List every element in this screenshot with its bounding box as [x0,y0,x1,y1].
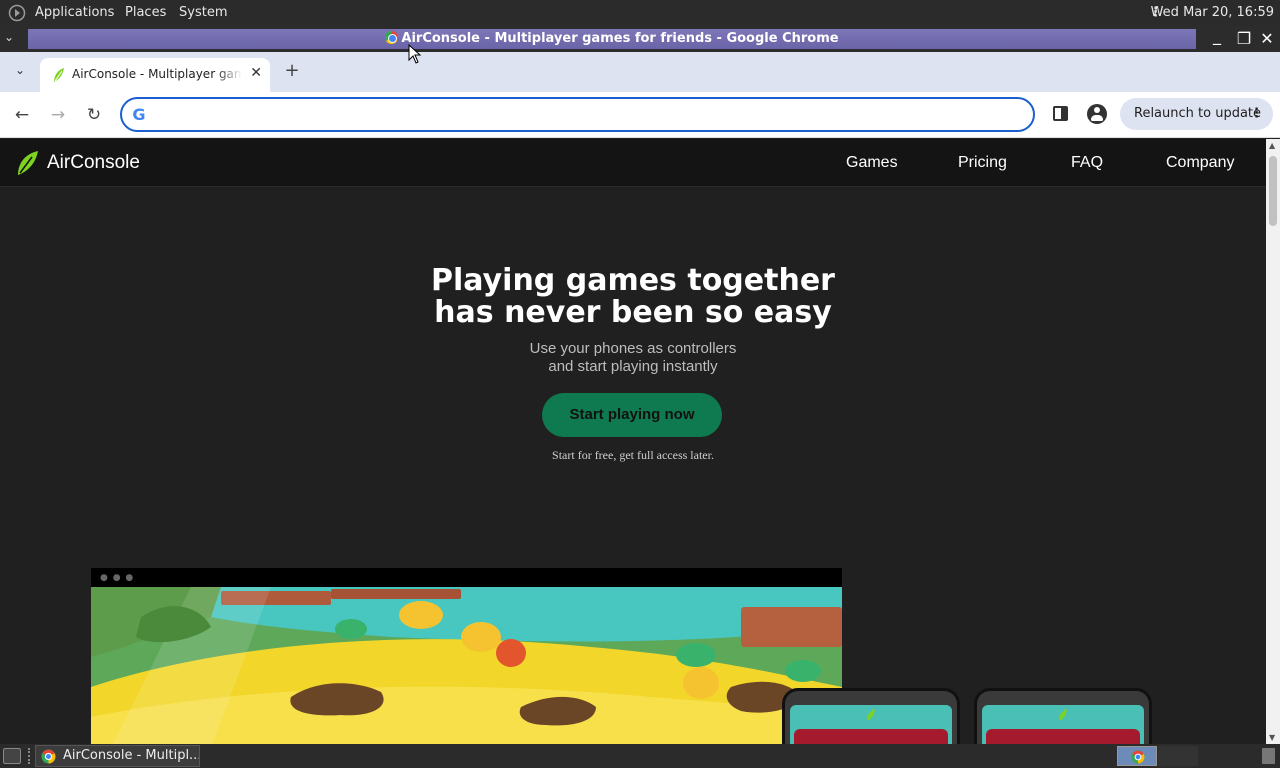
window-menu-chevron-icon[interactable]: ⌄ [4,30,14,44]
game-preview-window: ● ● ● [91,568,842,744]
scroll-down-icon[interactable]: ▼ [1269,733,1275,742]
address-input[interactable] [158,104,1018,126]
browser-toolbar: ← → ↻ G Relaunch to update ⋮ [0,92,1280,138]
taskbar-chrome-window[interactable]: AirConsole - Multipl... [35,745,200,767]
tab-airconsole[interactable]: AirConsole - Multiplayer games for frien… [40,58,270,92]
close-window-button[interactable]: ✕ [1256,29,1278,48]
kebab-menu-icon[interactable]: ⋮ [1250,98,1263,130]
phone-controller-right [974,688,1152,744]
hero-sub-line1: Use your phones as controllers [529,340,737,357]
brand-name[interactable]: AirConsole [47,152,140,174]
page-viewport: AirConsole Games Pricing FAQ Company Pla… [0,139,1266,744]
gnome-foot-icon[interactable] [8,4,26,22]
page-scrollbar[interactable]: ▲ ▼ [1266,139,1280,744]
top-panel: Applications Places System ⋮ Wed Mar 20,… [0,0,1280,26]
workspace-1[interactable] [1117,746,1157,766]
hero-title: Playing games together has never been so… [0,265,1266,329]
new-tab-plus-icon[interactable]: + [283,60,301,81]
taskbar-separator [28,748,33,764]
tab-search-chevron-down-icon[interactable]: ⌄ [9,63,31,83]
workspace-2[interactable] [1158,746,1198,766]
tab-title: AirConsole - Multiplayer games for frien… [72,67,242,81]
side-panel-icon[interactable] [1053,106,1068,121]
profile-icon[interactable] [1087,104,1107,124]
phone-screen [982,705,1144,744]
airconsole-leaf-icon [867,709,875,721]
phone-card [794,729,948,744]
tab-close-icon[interactable]: ✕ [250,65,262,81]
nav-faq[interactable]: FAQ [1071,154,1103,172]
hero-title-line1: Playing games together [431,263,835,298]
scrollbar-thumb[interactable] [1269,156,1277,226]
phone-screen [790,705,952,744]
back-arrow-icon[interactable]: ← [11,104,33,126]
omnibox[interactable]: G [120,97,1035,132]
hero-subtitle: Use your phones as controllers and start… [0,340,1266,376]
start-playing-button[interactable]: Start playing now [542,393,722,437]
relaunch-button[interactable]: Relaunch to update ⋮ [1120,98,1273,130]
nav-company[interactable]: Company [1166,154,1234,172]
menu-system[interactable]: System [179,5,227,20]
tab-strip: ⌄ AirConsole - Multiplayer games for fri… [0,52,1280,92]
phone-controller-left [782,688,960,744]
airconsole-leaf-icon[interactable] [16,150,40,176]
title-bar-highlight: AirConsole - Multiplayer games for frien… [28,29,1196,49]
minimize-button[interactable]: _ [1206,26,1228,45]
site-header: AirConsole Games Pricing FAQ Company [0,139,1266,187]
window-dots-icon: ● ● ● [100,573,135,583]
hero-title-line2: has never been so easy [434,295,832,330]
chrome-icon [1131,750,1145,764]
trash-icon[interactable] [1262,748,1275,764]
window-title: AirConsole - Multiplayer games for frien… [401,31,839,46]
menu-places[interactable]: Places [125,5,166,20]
hero-sub-line2: and start playing instantly [548,358,718,375]
chrome-icon [385,31,399,44]
menu-applications[interactable]: Applications [35,5,114,20]
nav-games[interactable]: Games [846,154,898,172]
phone-card [986,729,1140,744]
relaunch-label: Relaunch to update [1134,106,1262,121]
mouse-cursor-icon [408,44,422,64]
cta-note: Start for free, get full access later. [552,448,714,462]
forward-arrow-icon[interactable]: → [47,104,69,126]
clock[interactable]: Wed Mar 20, 16:59 [1151,5,1274,20]
google-g-icon: G [132,105,146,124]
airconsole-leaf-icon [54,68,64,82]
game-preview-image [91,587,842,744]
show-desktop-icon[interactable] [3,748,21,764]
maximize-button[interactable]: ❐ [1233,29,1255,48]
window-titlebar[interactable]: ⌄ AirConsole - Multiplayer games for fri… [0,26,1280,52]
airconsole-leaf-icon [1059,709,1067,721]
scroll-up-icon[interactable]: ▲ [1269,141,1275,150]
bottom-taskbar: AirConsole - Multipl... [0,744,1280,768]
chrome-icon [41,749,56,764]
nav-pricing[interactable]: Pricing [958,154,1007,172]
window-title-wrap: AirConsole - Multiplayer games for frien… [28,31,1196,46]
reload-icon[interactable]: ↻ [83,104,105,126]
taskbar-task-label: AirConsole - Multipl... [63,748,200,763]
